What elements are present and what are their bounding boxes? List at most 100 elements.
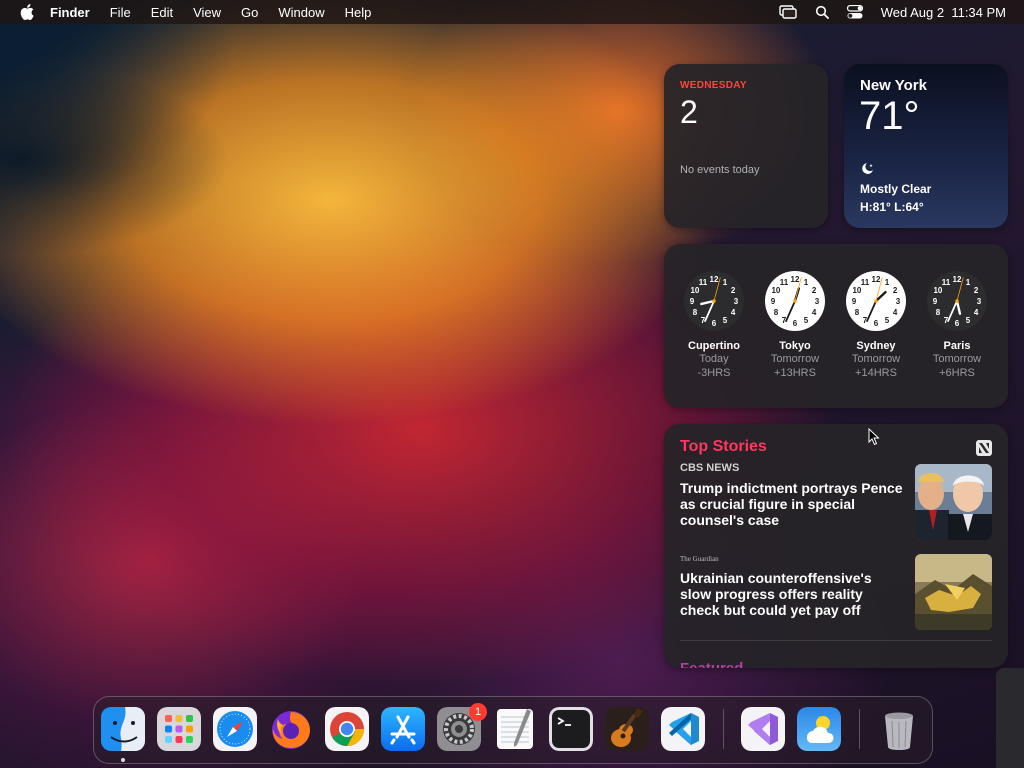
clock-day: Today [699,353,729,365]
finder-icon[interactable] [101,707,145,751]
clock-numeral: 11 [942,278,951,287]
clock-day: Tomorrow [770,353,820,365]
garageband-icon[interactable] [605,707,649,751]
clock-face: 1234567891011 12 [846,271,906,331]
clock-numeral: 1 [966,278,971,287]
firefox-icon[interactable] [269,707,313,751]
news-thumbnail [915,464,992,540]
dock: 1 [93,696,933,764]
weather-widget[interactable]: New York 71° Mostly Clear H:81° L:64° [844,64,1008,228]
clock-numeral: 6 [712,319,717,328]
clock-offset: +6HRS [939,367,975,379]
weather-city: New York [860,77,927,94]
clock-numeral: 5 [966,316,971,325]
dock-separator [723,709,724,749]
clock-paris: 1 2 3 4 5 6 7 8 9 10 11 12 Paris Tomorrow +6HRS [917,270,997,380]
clock-numeral: 2 [974,286,979,295]
calendar-weekday: WEDNESDAY [680,80,747,91]
clock-offset: -3HRS [697,367,731,379]
world-clock-widget[interactable]: 1 2 3 4 5 6 7 8 9 10 11 12 Cupertino Today -3HRS 12… [664,244,1008,408]
trash-icon[interactable] [877,707,921,751]
clock-numeral: 1 [804,278,809,287]
control-center-icon[interactable] [846,5,863,19]
clock-sydney: 1 2 3 4 5 6 7 8 9 10 11 12 Sydney Tomorrow +14HRS [836,270,916,380]
visual-studio-code-icon[interactable] [661,707,705,751]
weather-app-icon[interactable] [797,707,841,751]
finder-running-indicator [121,758,125,762]
weather-high-low: H:81° L:64° [860,200,924,214]
dock-separator [859,709,860,749]
menu-help[interactable]: Help [345,5,372,20]
news-headline: Ukrainian counteroffensive's slow progre… [680,570,872,618]
clock-numeral: 2 [893,286,898,295]
apple-icon[interactable] [20,4,36,20]
menu-view[interactable]: View [193,5,221,20]
screen-mirroring-icon[interactable] [779,5,797,19]
clock-center [955,299,959,303]
menu-app-name[interactable]: Finder [50,5,90,20]
calendar-widget[interactable]: WEDNESDAY 2 No events today [664,64,828,228]
clock-face: 1234567891011 12 [927,271,987,331]
news-divider [680,640,992,641]
clock-numeral: 9 [933,297,938,306]
clock-cupertino: 1 2 3 4 5 6 7 8 9 10 11 12 Cupertino Today -3HRS [674,270,754,380]
clock-numeral: 4 [731,308,736,317]
partial-window-edge [996,668,1024,768]
clock-numeral: 8 [693,308,698,317]
clock-numeral: 12 [953,275,962,284]
clock-numeral: 9 [852,297,857,306]
menu-file[interactable]: File [110,5,131,20]
clock-city: Sydney [856,340,896,352]
clock-numeral: 8 [855,308,860,317]
news-logo-icon [976,440,992,461]
textedit-icon[interactable] [493,707,537,751]
search-icon[interactable] [815,5,829,19]
news-widget[interactable]: Top Stories CBS NEWS Trump indictment po… [664,424,1008,668]
news-story[interactable]: CBS NEWS Trump indictment portrays Pence… [680,462,992,540]
clock-numeral: 11 [699,278,708,287]
settings-notification-badge: 1 [469,703,487,721]
menu-go[interactable]: Go [241,5,258,20]
clock-numeral: 1 [723,278,728,287]
clock-numeral: 6 [955,319,960,328]
clock-numeral: 9 [690,297,695,306]
visual-studio-icon[interactable] [741,707,785,751]
clock-numeral: 12 [791,275,800,284]
menu-clock[interactable]: Wed Aug 2 11:34 PM [881,5,1006,20]
clock-numeral: 6 [874,319,879,328]
terminal-icon[interactable] [549,707,593,751]
news-story[interactable]: The Guardian Ukrainian counteroffensive'… [680,552,992,630]
clock-tokyo: 1 2 3 4 5 6 7 8 9 10 11 12 Tokyo Tomorrow +13HRS [755,270,835,380]
clock-numeral: 10 [771,286,780,295]
menu-window[interactable]: Window [278,5,324,20]
clock-numeral: 3 [977,297,982,306]
news-thumbnail [915,554,992,630]
clock-numeral: 10 [933,286,942,295]
clock-numeral: 2 [731,286,736,295]
clock-numeral: 11 [861,278,870,287]
clock-numeral: 11 [780,278,789,287]
launchpad-icon[interactable] [157,707,201,751]
calendar-events-text: No events today [680,164,760,176]
clock-face: 1234567891011 12 [684,271,744,331]
clock-day: Tomorrow [851,353,901,365]
clock-numeral: 3 [896,297,901,306]
app-store-icon[interactable] [381,707,425,751]
clock-numeral: 5 [723,316,728,325]
clock-numeral: 10 [852,286,861,295]
moon-icon [860,162,876,181]
menu-edit[interactable]: Edit [151,5,173,20]
clock-numeral: 4 [893,308,898,317]
clock-numeral: 5 [804,316,809,325]
clock-face: 1234567891011 12 [765,271,825,331]
clock-numeral: 12 [872,275,881,284]
safari-icon[interactable] [213,707,257,751]
google-chrome-icon[interactable] [325,707,369,751]
clock-center [793,299,797,303]
clock-numeral: 4 [974,308,979,317]
news-headline: Trump indictment portrays Pence as cruci… [680,480,903,528]
clock-center [874,299,878,303]
news-section-title: Top Stories [680,438,767,455]
clock-numeral: 2 [812,286,817,295]
clock-city: Cupertino [688,340,740,352]
